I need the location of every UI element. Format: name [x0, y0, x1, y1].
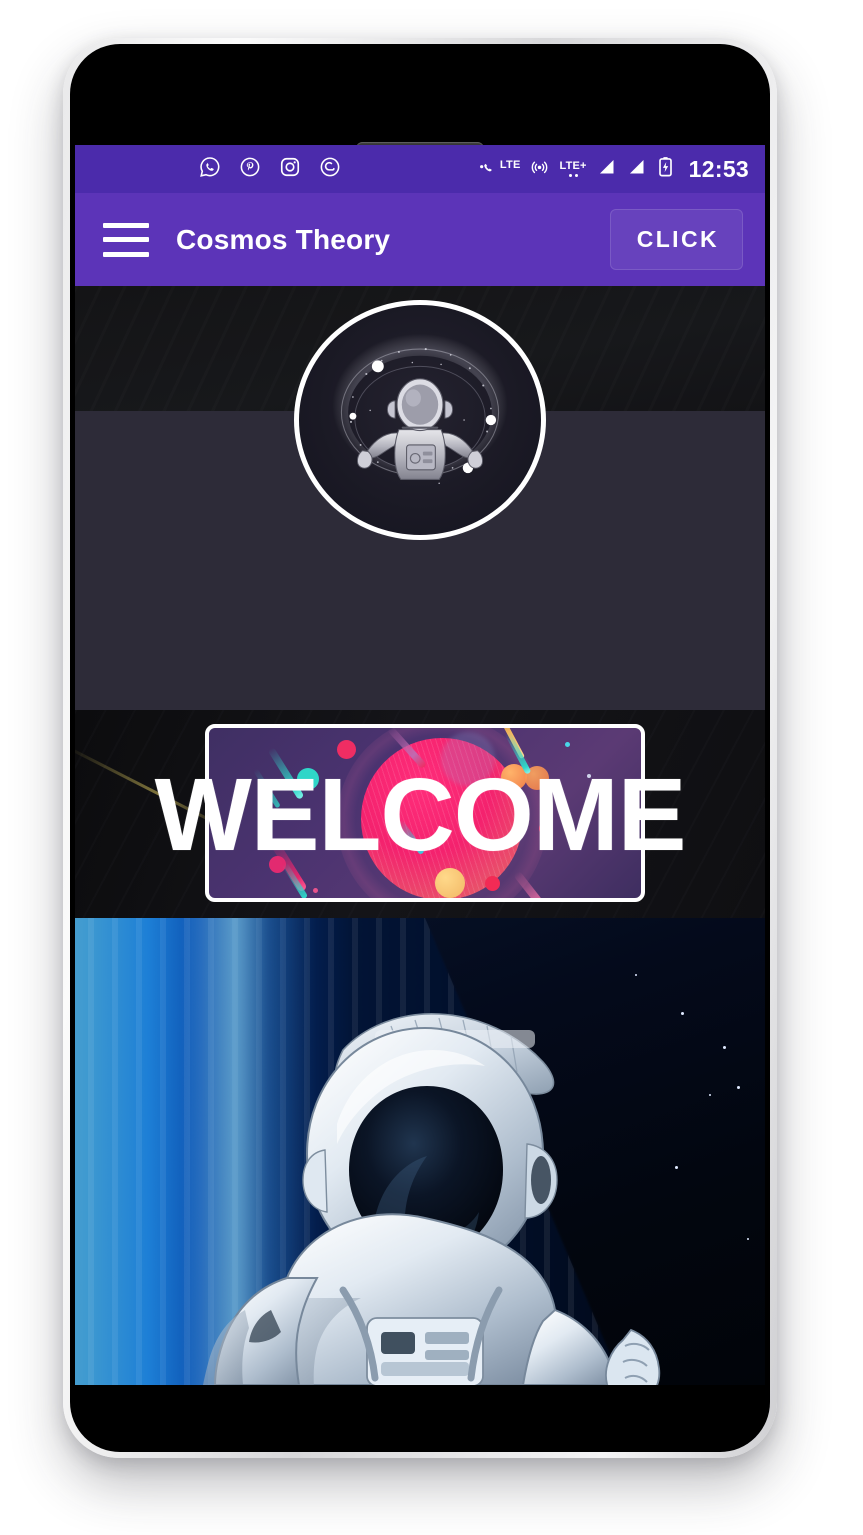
logo-artwork	[323, 330, 517, 494]
dot-cyan-tiny	[565, 742, 570, 747]
instagram-icon	[279, 156, 301, 183]
dot-white-tiny	[587, 774, 591, 778]
battery-charging-icon	[656, 156, 675, 183]
hotspot-icon	[529, 156, 550, 182]
hamburger-menu-icon[interactable]	[103, 222, 149, 257]
quora-icon	[319, 156, 341, 183]
dot-pink-tiny	[313, 888, 318, 893]
pinterest-icon	[239, 156, 261, 183]
app-title: Cosmos Theory	[176, 223, 391, 255]
welcome-banner: WELCOME	[75, 710, 765, 918]
astronaut-hero-photo	[75, 918, 765, 1385]
planet-pink-1	[337, 740, 356, 759]
astronaut-figure	[203, 1013, 661, 1385]
planet-purple-blur	[441, 732, 495, 786]
main-content: WELCOME	[75, 286, 765, 1385]
welcome-card	[205, 724, 645, 902]
planet-teal	[297, 768, 319, 790]
status-bar-notification-icons	[199, 156, 341, 183]
status-bar: LTE LTE+ 12:53	[75, 145, 765, 193]
app-bar: Cosmos Theory CLICK	[75, 193, 765, 286]
planet-pink-2	[539, 822, 552, 835]
volte-icon: LTE	[479, 159, 521, 179]
lte-data-dots	[568, 174, 578, 177]
status-bar-clock: 12:53	[688, 155, 749, 182]
phone-screen: LTE LTE+ 12:53 Cosmos Theory CLICK WELCO…	[75, 145, 765, 1385]
click-button[interactable]: CLICK	[609, 209, 743, 270]
lte-plus-label: LTE+	[559, 160, 587, 172]
signal-sim2-icon	[626, 156, 647, 182]
planet-yellow	[435, 868, 465, 898]
whatsapp-icon	[199, 156, 221, 183]
comet-cyan-2	[253, 768, 281, 809]
lte-plus-icon: LTE+	[559, 161, 586, 177]
status-bar-system-icons: LTE LTE+ 12:53	[479, 156, 749, 183]
signal-sim1-icon	[596, 156, 617, 182]
cosmos-theory-logo	[294, 300, 546, 540]
planet-red-small	[485, 876, 500, 891]
volte-label: LTE	[499, 159, 521, 171]
